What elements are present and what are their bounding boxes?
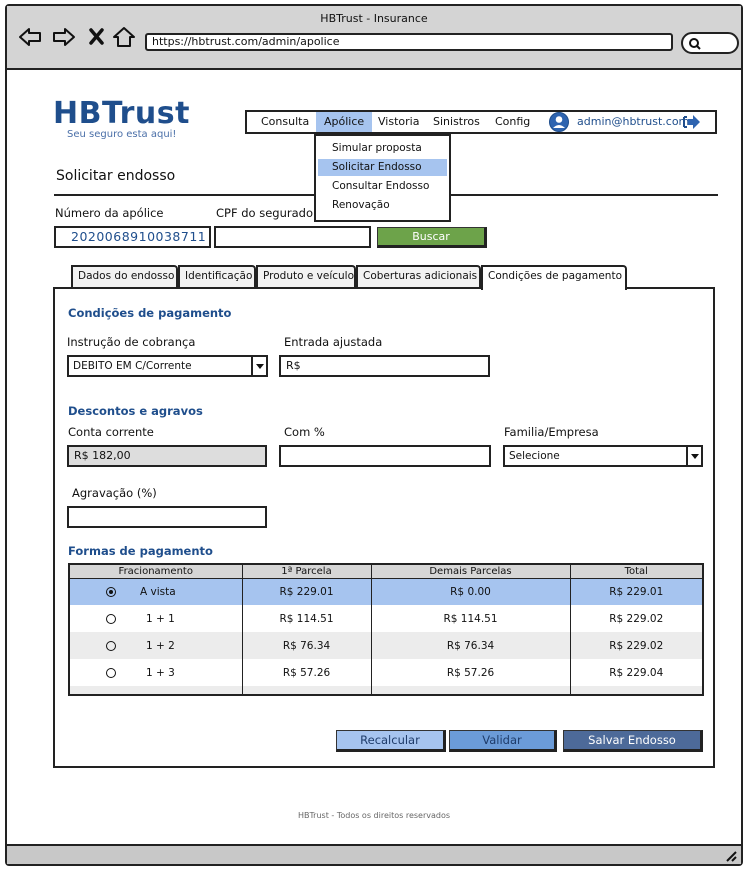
installment-label: 1 + 2 [146,639,175,652]
search-button[interactable]: Buscar [377,227,487,248]
save-endorsement-button[interactable]: Salvar Endosso [563,730,703,752]
total-value: R$ 229.02 [570,605,704,632]
table-row[interactable]: 1 + 3 R$ 57.26 R$ 57.26 R$ 229.04 [69,659,704,686]
adjusted-entry-label: Entrada ajustada [284,335,383,349]
installment-option[interactable]: 1 + 3 [69,659,243,686]
first-installment-value: R$ 229.01 [242,578,372,605]
family-company-value: Selecione [509,450,560,462]
billing-instruction-label: Instrução de cobrança [67,335,196,349]
col-header-other-installments: Demais Parcelas [371,564,571,579]
brand-logo: HBTrust [53,96,190,131]
account-label: Conta corrente [68,425,154,439]
dropdown-item-consultar-endosso[interactable]: Consultar Endosso [318,178,447,195]
logout-icon[interactable] [682,113,702,131]
recalculate-button[interactable]: Recalcular [336,730,446,752]
section-discounts: Descontos e agravos [68,404,203,418]
section-payment-forms: Formas de pagamento [68,544,213,558]
radio-icon[interactable] [106,667,116,678]
adjusted-entry-input[interactable]: R$ [279,355,490,377]
payment-options-table: Fracionamento 1ª Parcela Demais Parcelas… [68,563,704,696]
browser-titlebar: HBTrust - Insurance https://hbtrust.com/… [7,6,741,70]
installment-option[interactable]: 1 + 1 [69,605,243,632]
tab-dados-do-endosso[interactable]: Dados do endosso [71,265,178,287]
other-installments-value: R$ 114.51 [371,605,571,632]
aggravation-input[interactable] [67,506,267,528]
close-icon[interactable] [85,26,111,48]
tab-produto-e-veiculo[interactable]: Produto e veículo [256,265,356,287]
total-value: R$ 229.04 [570,659,704,686]
dropdown-item-solicitar-endosso[interactable]: Solicitar Endosso [318,159,447,176]
dropdown-item-renovacao[interactable]: Renovação [318,197,447,214]
col-header-fracionamento: Fracionamento [69,564,243,579]
policy-number-input[interactable]: 2020068910038711 [54,226,211,248]
installment-label: 1 + 1 [146,612,175,625]
aggravation-label: Agravação (%) [72,486,157,500]
menu-item-apolice[interactable]: Apólice [316,112,373,132]
com-percent-label: Com % [284,425,325,439]
total-value: R$ 229.02 [570,632,704,659]
tab-coberturas-adicionais[interactable]: Coberturas adicionais [356,265,481,287]
page-title: Solicitar endosso [56,168,176,184]
other-installments-value: R$ 76.34 [371,632,571,659]
apolice-dropdown-menu: Simular proposta Solicitar Endosso Consu… [314,134,451,222]
col-header-first-installment: 1ª Parcela [242,564,372,579]
brand-tagline: Seu seguro esta aqui! [67,129,177,140]
table-row[interactable]: 1 + 1 R$ 114.51 R$ 114.51 R$ 229.02 [69,605,704,632]
other-installments-value: R$ 0.00 [371,578,571,605]
chevron-down-icon [251,357,266,375]
browser-statusbar [7,844,741,864]
menu-item-vistoria[interactable]: Vistoria [378,112,419,132]
policy-number-label: Número da apólice [55,206,164,220]
installment-option[interactable]: 1 + 2 [69,632,243,659]
radio-icon[interactable] [106,640,116,651]
com-percent-input[interactable] [279,445,491,467]
resize-grip-icon[interactable] [723,848,737,862]
other-installments-value: R$ 57.26 [371,659,571,686]
first-installment-value: R$ 57.26 [242,659,372,686]
first-installment-value: R$ 114.51 [242,605,372,632]
window-title: HBTrust - Insurance [320,12,428,25]
validate-button[interactable]: Validar [449,730,557,752]
menu-item-consulta[interactable]: Consulta [261,112,309,132]
tab-condicoes-de-pagamento[interactable]: Condições de pagamento [481,265,627,290]
address-bar[interactable]: https://hbtrust.com/admin/apolice [145,33,673,51]
table-row[interactable]: A vista R$ 229.01 R$ 0.00 R$ 229.01 [69,578,704,605]
col-header-total: Total [570,564,704,579]
installment-option[interactable]: A vista [69,578,243,605]
radio-icon[interactable] [106,613,116,624]
total-value: R$ 229.01 [570,578,704,605]
cpf-label: CPF do segurado [216,206,313,220]
menu-item-sinistros[interactable]: Sinistros [433,112,480,132]
tab-panel: Condições de pagamento Instrução de cobr… [53,287,715,768]
first-installment-value: R$ 76.34 [242,632,372,659]
section-payment-conditions: Condições de pagamento [68,306,232,320]
user-avatar-icon[interactable] [548,111,570,133]
back-arrow-icon[interactable] [17,26,43,48]
page-footer: HBTrust - Todos os direitos reservados [297,811,451,820]
home-icon[interactable] [111,26,137,48]
dropdown-item-simular-proposta[interactable]: Simular proposta [318,140,447,157]
table-filler-row [69,686,704,695]
radio-selected-icon[interactable] [106,586,116,597]
forward-arrow-icon[interactable] [51,26,77,48]
installment-label: 1 + 3 [146,666,175,679]
browser-search-box[interactable] [681,32,739,54]
user-email[interactable]: admin@hbtrust.com [577,115,689,128]
family-company-label: Familia/Empresa [504,425,599,439]
family-company-select[interactable]: Selecione [503,445,703,467]
table-row[interactable]: 1 + 2 R$ 76.34 R$ 76.34 R$ 229.02 [69,632,704,659]
installment-label: A vista [140,585,176,598]
billing-instruction-select[interactable]: DEBITO EM C/Corrente [67,355,268,377]
billing-instruction-value: DEBITO EM C/Corrente [73,360,192,372]
account-input: R$ 182,00 [67,445,267,467]
chevron-down-icon [686,447,701,465]
menu-item-config[interactable]: Config [495,112,530,132]
tab-identificacao[interactable]: Identificação [178,265,256,287]
cpf-input[interactable] [214,226,371,248]
search-icon [689,38,701,50]
